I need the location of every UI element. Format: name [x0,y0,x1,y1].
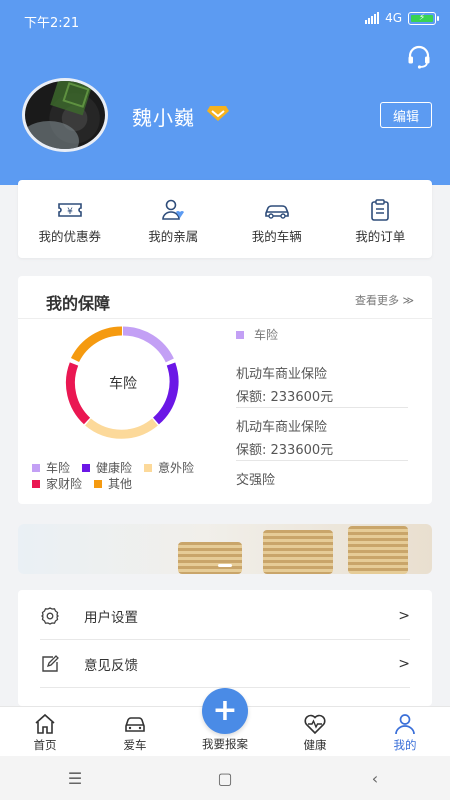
tab-health[interactable]: 健康 [270,707,360,756]
edit-profile-button[interactable]: 编辑 [380,102,432,128]
policy-list: 车险 机动车商业保险 保额: 233600元 机动车商业保险 保额: 23360… [236,326,408,488]
tab-label: 首页 [33,738,57,752]
feedback-icon [42,654,59,672]
order-icon [371,199,390,221]
quick-action-label: 我的亲属 [148,229,199,244]
health-heart-icon [304,714,326,735]
home-nav-icon[interactable]: ▢ [205,763,245,793]
policy-name[interactable]: 交强险 [236,469,408,488]
customer-service-icon[interactable] [406,44,432,70]
banner-indicator [218,564,232,567]
family-icon [162,199,185,220]
status-bar: 下午2:21 4G ⚡ [0,0,450,40]
section-title: 我的保障 [46,294,111,313]
quick-action-label: 我的优惠券 [38,229,101,244]
battery-icon: ⚡ [408,11,439,25]
avatar[interactable] [22,78,108,152]
legend-item: 其他 [94,476,132,492]
home-icon [35,713,55,734]
tab-car[interactable]: 爱车 [90,707,180,756]
car-icon [125,717,145,732]
tab-label: 爱车 [123,738,147,752]
system-navigation-bar: ☰ ▢ ‹ [0,756,450,800]
quick-action-family[interactable]: 我的亲属 [122,180,226,258]
legend-item: 健康险 [82,460,132,476]
report-claim-button[interactable]: + [202,688,248,734]
settings-row-user[interactable]: 用户设置 > [40,592,410,640]
plus-icon: + [212,693,238,728]
quick-action-coupons[interactable]: ¥ 我的优惠券 [18,180,122,258]
insurance-donut-chart: 车险 [65,326,179,439]
quick-action-label: 我的订单 [355,229,406,244]
policy-name[interactable]: 机动车商业保险 [236,363,408,382]
legend-item: 车险 [32,460,70,476]
network-label: 4G [385,11,402,25]
vip-diamond-icon [207,106,229,121]
coupon-icon: ¥ [57,203,82,217]
settings-row-feedback[interactable]: 意见反馈 > [40,640,410,688]
report-claim-label: 我要报案 [202,737,248,751]
promo-banner[interactable] [18,524,432,574]
policy-amount: 保额: 233600元 [236,439,408,461]
donut-center-label: 车险 [109,375,137,392]
chevron-right-icon: > [398,607,410,624]
user-name: 魏小巍 [132,106,195,130]
view-more-link[interactable]: 查看更多 ≫ [355,292,414,308]
policy-name[interactable]: 机动车商业保险 [236,416,408,435]
tab-label: 健康 [303,738,327,752]
quick-action-vehicles[interactable]: 我的车辆 [225,180,329,258]
signal-icon [365,12,380,24]
menu-icon[interactable]: ☰ [55,763,95,793]
legend-item: 意外险 [144,460,194,476]
settings-row-label: 意见反馈 [84,657,138,674]
quick-action-orders[interactable]: 我的订单 [329,180,433,258]
policy-category: 车险 [236,326,408,343]
tab-label: 我的 [393,738,417,752]
status-icons: 4G ⚡ [365,11,439,25]
svg-text:¥: ¥ [67,207,73,217]
status-time: 下午2:21 [24,16,80,31]
settings-row-label: 用户设置 [84,609,138,626]
gear-icon [41,606,59,625]
legend-item: 家财险 [32,476,82,492]
quick-actions: ¥ 我的优惠券 我的亲属 我的车辆 我的订单 [18,180,432,258]
policy-amount: 保额: 233600元 [236,386,408,408]
car-icon [264,205,289,219]
quick-action-label: 我的车辆 [251,229,302,244]
back-icon[interactable]: ‹ [355,763,395,793]
divider [18,318,432,319]
chart-legend: 车险 健康险 意外险 家财险 其他 [32,460,232,492]
tab-home[interactable]: 首页 [0,707,90,756]
user-profile-icon [395,714,415,735]
chevron-right-icon: > [398,655,410,672]
tab-mine[interactable]: 我的 [360,707,450,756]
protection-card: 我的保障 查看更多 ≫ 车险 车险 健康险 意外险 家财险 其他 车险 机动车商… [18,276,432,504]
